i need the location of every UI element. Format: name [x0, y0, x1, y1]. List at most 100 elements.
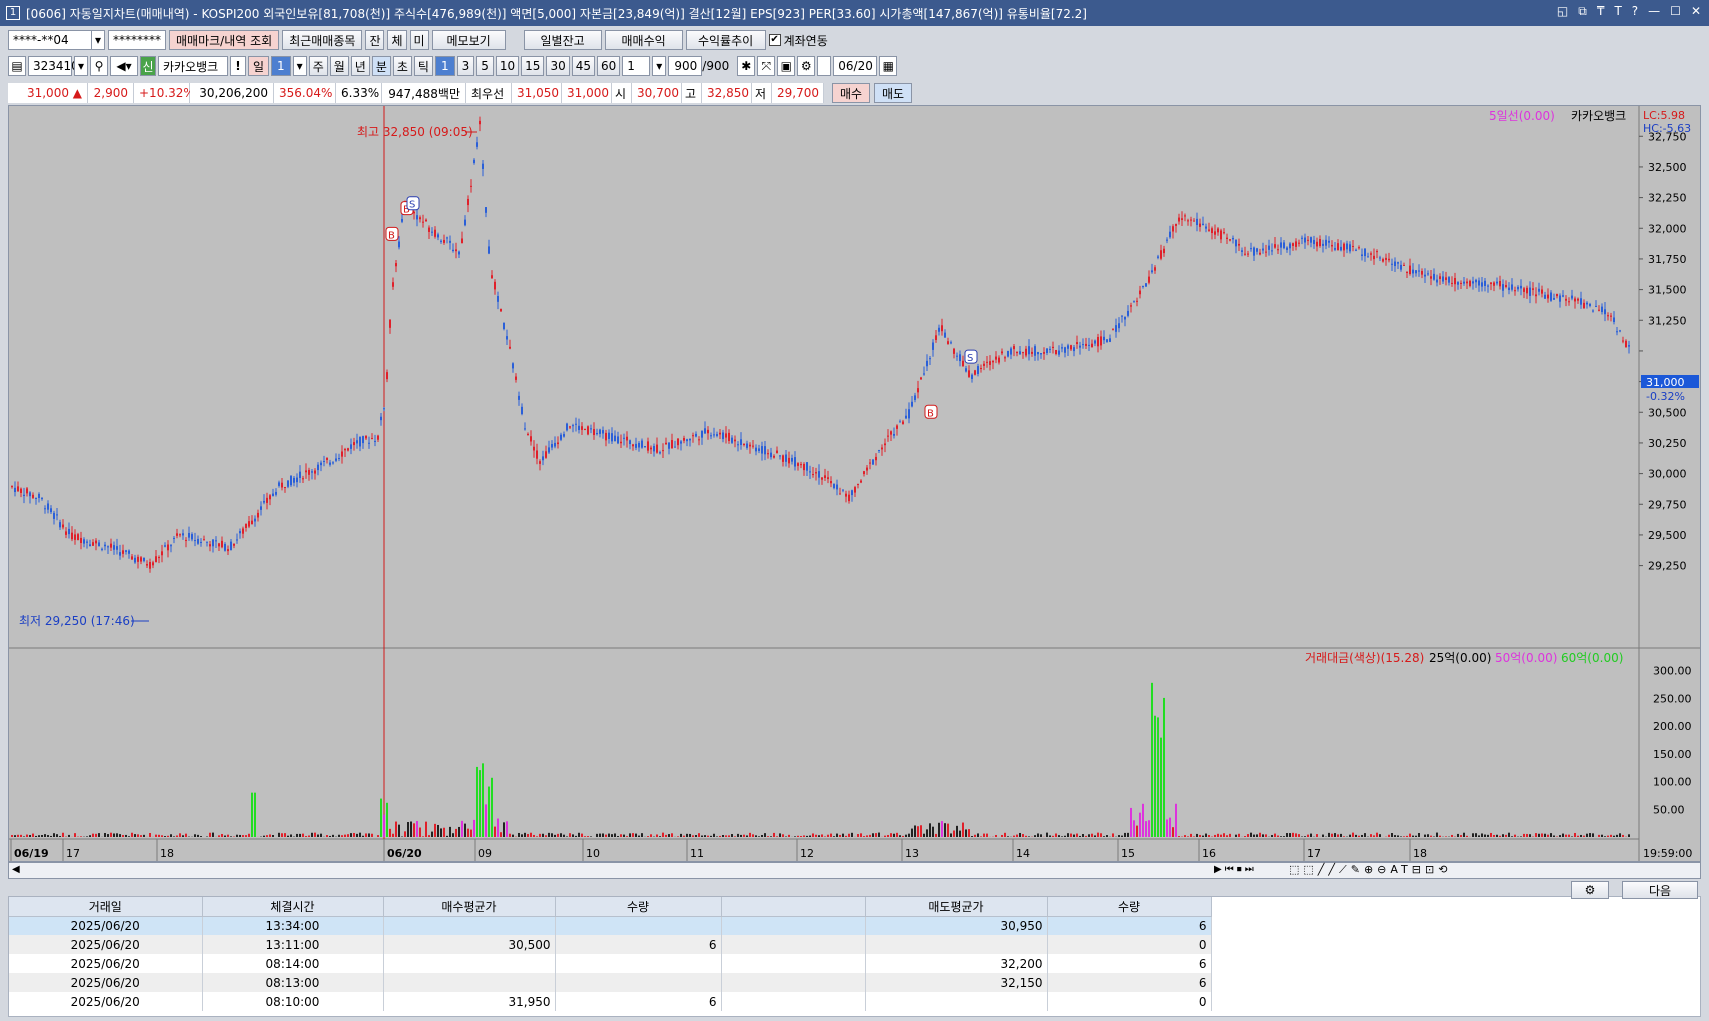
table-row[interactable]: 2025/06/20 08:14:00 32,200 6 [9, 954, 1212, 973]
panel-icon[interactable]: ▤ [8, 56, 26, 76]
col-buy-avg: 매수평균가 [383, 897, 556, 917]
compare-icon[interactable]: ⤧ [757, 56, 776, 76]
candle-body [437, 234, 439, 238]
daily-balance-button[interactable]: 일별잔고 [523, 30, 602, 50]
volume-bar [332, 834, 334, 837]
volume-bar [455, 828, 457, 837]
volume-bar [446, 835, 448, 837]
drawing-tools-icon[interactable]: ⬚⬚╱╱⟋✎⊕⊖AT⊟⊡⟲ [1289, 863, 1451, 877]
volume-bar [1343, 836, 1345, 837]
scroll-left-icon[interactable]: ◀ [12, 864, 20, 875]
help-icon[interactable]: ? [1632, 4, 1638, 19]
minute-10-button[interactable]: 10 [495, 56, 520, 76]
interval-input[interactable]: 1 [622, 56, 651, 76]
period-week-button[interactable]: 주 [308, 56, 328, 76]
account-select[interactable]: ****-**04 [8, 30, 92, 50]
candle-body [539, 461, 541, 464]
account-link-toggle[interactable]: ✔ 계좌연동 [768, 32, 828, 49]
filled-button[interactable]: 체 [387, 30, 407, 50]
volume-bar [320, 833, 322, 837]
stock-code-input[interactable]: 323410 [28, 56, 79, 76]
open-label: 시 [612, 83, 632, 103]
buy-button[interactable]: 매수 [832, 83, 870, 103]
password-input[interactable]: ******** [108, 30, 166, 50]
volume-bar [1250, 832, 1252, 837]
chart-area[interactable]: BBSSB 32,750 32,500 32,250 32,000 31,750 31,5… [8, 105, 1701, 862]
minute-15-button[interactable]: 15 [521, 56, 545, 76]
dock-icon[interactable]: ◱ [1557, 4, 1568, 19]
candle-body [1607, 315, 1609, 317]
minute-5-button[interactable]: 5 [476, 56, 494, 76]
minute-45-button[interactable]: 45 [571, 56, 596, 76]
period-count-select[interactable]: 1 [271, 56, 291, 76]
close-icon[interactable]: ✕ [1691, 4, 1701, 19]
search-icon[interactable]: ⚲ [90, 56, 108, 76]
minimize-icon[interactable]: — [1648, 4, 1660, 19]
memo-button[interactable]: 메모보기 [431, 30, 506, 50]
period-year-button[interactable]: 년 [350, 56, 370, 76]
recent-trades-button[interactable]: 최근매매종목 [282, 30, 363, 50]
sell-button[interactable]: 매도 [874, 83, 912, 103]
unfilled-button[interactable]: 미 [409, 30, 429, 50]
candle-body [749, 444, 751, 447]
chart-scrollbar[interactable]: ◀ ▶⏮⏹⏭ ⬚⬚╱╱⟋✎⊕⊖AT⊟⊡⟲ [8, 862, 1701, 879]
chevron-down-icon[interactable]: ▾ [91, 30, 105, 50]
period-minute-button[interactable]: 분 [371, 56, 391, 76]
pin-icon[interactable]: ₸ [1597, 4, 1605, 19]
save-icon[interactable]: ▣ [777, 56, 796, 76]
minute-1-button[interactable]: 1 [434, 56, 455, 76]
calendar-icon[interactable]: ▦ [879, 56, 898, 76]
candle-body [1013, 346, 1015, 350]
marks-query-button[interactable]: 매매마크/내역 조회 [169, 30, 280, 50]
chevron-down-icon[interactable]: ▾ [74, 56, 88, 76]
range-input[interactable]: 900 [668, 56, 703, 76]
period-month-button[interactable]: 월 [329, 56, 349, 76]
table-row[interactable]: 2025/06/20 08:10:00 31,950 6 0 [9, 992, 1212, 1011]
settings-button[interactable]: ⚙ [1571, 881, 1609, 899]
candle-body [311, 471, 313, 473]
candle-body [845, 493, 847, 497]
price-chart[interactable]: BB SSB 32,75032,50032,25032,00031,75031,5… [9, 106, 1700, 861]
table-row[interactable]: 2025/06/20 13:11:00 30,500 6 0 [9, 935, 1212, 954]
volume-bar [737, 833, 739, 837]
candle-body [1004, 357, 1006, 359]
candle-body [734, 439, 736, 442]
next-button[interactable]: 다음 [1622, 881, 1698, 899]
volume-bar [1349, 834, 1351, 837]
period-tick-button[interactable]: 틱 [413, 56, 433, 76]
chevron-down-icon[interactable]: ▾ [652, 56, 667, 76]
date-checkbox[interactable] [817, 56, 832, 76]
stock-name[interactable]: 카카오뱅크 [158, 56, 228, 76]
period-second-button[interactable]: 초 [392, 56, 412, 76]
indicator-icon[interactable]: ✱ [737, 56, 756, 76]
maximize-icon[interactable]: ☐ [1670, 4, 1681, 19]
restore-icon[interactable]: ⧉ [1578, 4, 1587, 19]
minute-60-button[interactable]: 60 [597, 56, 621, 76]
candle-body [617, 436, 619, 444]
chevron-down-icon[interactable]: ▾ [292, 56, 307, 76]
playback-controls-icon[interactable]: ▶⏮⏹⏭ [1214, 864, 1257, 875]
account-link-checkbox[interactable]: ✔ [768, 34, 781, 46]
minute-3-button[interactable]: 3 [456, 56, 475, 76]
table-row[interactable]: 2025/06/20 08:13:00 32,150 6 [9, 973, 1212, 992]
volume-bar [1175, 803, 1177, 837]
trade-profit-button[interactable]: 매매수익 [604, 30, 683, 50]
volume-bar [782, 834, 784, 837]
candle-body [866, 467, 868, 471]
minute-30-button[interactable]: 30 [546, 56, 570, 76]
candle-body [1031, 351, 1033, 354]
font-icon[interactable]: T [1614, 4, 1621, 19]
gear-icon[interactable]: ⚙ [797, 56, 816, 76]
volume-bar [818, 835, 820, 837]
volume-bar [497, 818, 499, 837]
balance-button[interactable]: 잔 [365, 30, 385, 50]
candle-body [1136, 300, 1138, 302]
period-day-button[interactable]: 일 [248, 56, 270, 76]
alert-button[interactable]: ! [230, 56, 246, 76]
profit-rate-button[interactable]: 수익률추이 [685, 30, 766, 50]
date-input[interactable]: 06/20 [833, 56, 878, 76]
sound-icon[interactable]: ◀▾ [110, 56, 138, 76]
candle-body [1592, 310, 1594, 312]
table-row[interactable]: 2025/06/20 13:34:00 30,950 6 [9, 916, 1212, 935]
candle-body [560, 434, 562, 440]
